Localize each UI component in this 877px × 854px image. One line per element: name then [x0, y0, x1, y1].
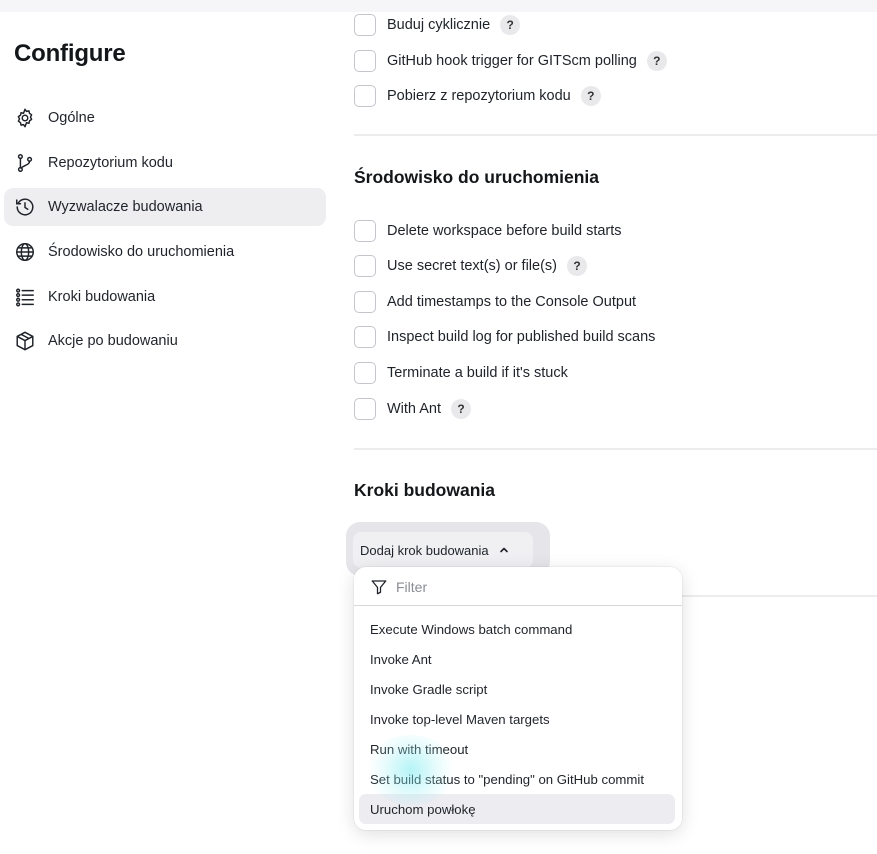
sidebar-item-label: Wyzwalacze budowania — [48, 199, 203, 216]
menu-item-invoke-ant[interactable]: Invoke Ant — [359, 644, 675, 674]
page-title: Configure — [14, 40, 126, 67]
package-icon — [14, 330, 36, 352]
menu-item-invoke-gradle[interactable]: Invoke Gradle script — [359, 674, 675, 704]
sidebar-item-label: Kroki budowania — [48, 288, 156, 305]
checkbox[interactable] — [354, 362, 376, 384]
filter-row — [354, 567, 682, 606]
help-icon[interactable]: ? — [500, 15, 521, 35]
section-divider — [354, 134, 877, 136]
help-icon[interactable]: ? — [580, 86, 601, 106]
checkbox[interactable] — [354, 220, 376, 242]
branch-icon — [14, 152, 36, 174]
trigger-option-github-hook: GitHub hook trigger for GITScm polling ? — [354, 49, 667, 73]
menu-item-run-with-timeout[interactable]: Run with timeout — [359, 734, 675, 764]
env-option-terminate-stuck: Terminate a build if it's stuck — [354, 361, 568, 385]
trigger-option-scm-polling: Pobierz z repozytorium kodu ? — [354, 84, 601, 108]
checkbox-label: Buduj cyklicznie — [387, 17, 491, 33]
checkbox[interactable] — [354, 326, 376, 348]
checkbox-label: Add timestamps to the Console Output — [387, 294, 637, 310]
sidebar-item-label: Ogólne — [48, 110, 95, 126]
chevron-up-icon — [499, 547, 508, 553]
sidebar-item-label: Środowisko do uruchomienia — [48, 244, 235, 261]
clock-icon — [14, 196, 36, 218]
filter-icon — [371, 580, 387, 595]
sidebar-item-wyzwalacze-budowania[interactable]: Wyzwalacze budowania — [4, 188, 326, 227]
checkbox[interactable] — [354, 291, 376, 313]
sidebar: Configure Ogólne Repozytorium kodu Wyzwa… — [0, 0, 340, 854]
checkbox-label: Use secret text(s) or file(s) — [387, 258, 557, 274]
env-option-inspect-build-log: Inspect build log for published build sc… — [354, 325, 655, 349]
sidebar-item-label: Akcje po budowaniu — [48, 333, 178, 350]
env-option-secret-text: Use secret text(s) or file(s) ? — [354, 254, 587, 278]
help-icon[interactable]: ? — [567, 256, 587, 276]
help-icon[interactable]: ? — [646, 51, 667, 71]
checkbox-label: Delete workspace before build starts — [387, 223, 622, 239]
sidebar-item-kroki-budowania[interactable]: Kroki budowania — [4, 278, 326, 316]
menu-item-set-build-status[interactable]: Set build status to "pending" on GitHub … — [359, 764, 675, 794]
checkbox-label: Terminate a build if it's stuck — [387, 365, 568, 381]
checkbox[interactable] — [354, 398, 376, 420]
env-option-delete-workspace: Delete workspace before build starts — [354, 219, 622, 243]
checkbox[interactable] — [354, 14, 376, 36]
sidebar-item-repozytorium-kodu[interactable]: Repozytorium kodu — [4, 144, 326, 182]
checkbox-label: Inspect build log for published build sc… — [387, 329, 656, 345]
globe-icon — [14, 241, 36, 263]
section-title-environment: Środowisko do uruchomienia — [354, 167, 600, 187]
env-option-timestamps: Add timestamps to the Console Output — [354, 290, 636, 314]
checkbox-label: Pobierz z repozytorium kodu — [387, 88, 571, 104]
gear-icon — [14, 107, 36, 129]
menu-item-execute-windows-batch[interactable]: Execute Windows batch command — [359, 614, 675, 644]
filter-input[interactable] — [396, 576, 666, 598]
sidebar-item-akcje-po-budowaniu[interactable]: Akcje po budowaniu — [4, 322, 326, 360]
sidebar-item-ogolne[interactable]: Ogólne — [4, 99, 326, 137]
list-icon — [14, 286, 36, 308]
checkbox-label: GitHub hook trigger for GITScm polling — [387, 53, 637, 69]
section-divider — [354, 448, 877, 450]
build-step-dropdown: Execute Windows batch command Invoke Ant… — [354, 567, 682, 830]
menu-item-invoke-maven[interactable]: Invoke top-level Maven targets — [359, 704, 675, 734]
section-title-build-steps: Kroki budowania — [354, 480, 495, 500]
add-build-step-label: Dodaj krok budowania — [360, 542, 489, 558]
sidebar-item-label: Repozytorium kodu — [48, 154, 173, 171]
checkbox-label: With Ant — [387, 401, 441, 417]
checkbox[interactable] — [354, 50, 376, 72]
help-icon[interactable]: ? — [451, 399, 471, 419]
sidebar-nav: Ogólne Repozytorium kodu Wyzwalacze budo… — [4, 99, 326, 367]
menu-item-uruchom-powloke[interactable]: Uruchom powłokę — [359, 794, 675, 824]
add-build-step-button[interactable]: Dodaj krok budowania — [353, 532, 533, 568]
checkbox[interactable] — [354, 255, 376, 277]
sidebar-item-srodowisko[interactable]: Środowisko do uruchomienia — [4, 233, 326, 271]
env-option-with-ant: With Ant ? — [354, 397, 471, 421]
checkbox[interactable] — [354, 85, 376, 107]
trigger-option-buduj-cyklicznie: Buduj cyklicznie ? — [354, 13, 521, 37]
